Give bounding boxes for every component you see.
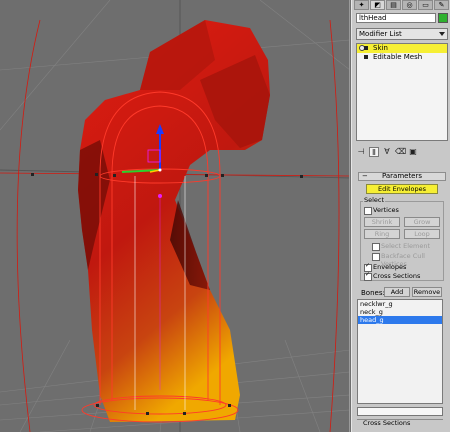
stack-toolbar: ⊣ Ⅱ ∀ ⌫ ▣ <box>356 146 448 158</box>
cross-sections-rollout-header[interactable]: Cross Sections <box>357 419 443 427</box>
envelopes-checkbox[interactable]: Envelopes <box>364 262 406 272</box>
remove-bone-button[interactable]: Remove <box>412 287 442 297</box>
motion-tab-icon[interactable]: ◎ <box>402 0 417 10</box>
list-item[interactable]: necklwr_g <box>358 300 442 308</box>
stack-item-editable-mesh[interactable]: Editable Mesh <box>357 53 447 62</box>
parameters-title: Parameters <box>381 172 423 180</box>
create-tab-icon[interactable]: ✦ <box>354 0 369 10</box>
remove-modifier-icon[interactable]: ⌫ <box>395 147 406 157</box>
make-unique-icon[interactable]: ∀ <box>382 147 392 157</box>
grow-button[interactable]: Grow <box>404 217 440 227</box>
configure-sets-icon[interactable]: ▣ <box>408 147 418 157</box>
collapse-icon: − <box>362 172 368 180</box>
bone-name-field[interactable] <box>357 407 443 416</box>
modify-tab-icon[interactable]: ◩ <box>370 0 385 10</box>
list-item[interactable]: head_g <box>358 316 442 324</box>
add-bone-button[interactable]: Add <box>384 287 410 297</box>
list-item[interactable]: neck_g <box>358 308 442 316</box>
select-group-label: Select <box>363 196 386 204</box>
modifier-stack: Skin Editable Mesh <box>356 43 448 141</box>
backface-cull-checkbox[interactable]: Backface Cull Vertices <box>372 252 450 268</box>
stack-item-label: Editable Mesh <box>373 53 423 61</box>
cross-sections-checkbox[interactable]: Cross Sections <box>364 271 420 281</box>
shrink-button[interactable]: Shrink <box>364 217 400 227</box>
object-color-swatch[interactable] <box>438 13 448 23</box>
perspective-viewport[interactable] <box>0 0 350 432</box>
utilities-tab-icon[interactable]: ✎ <box>434 0 449 10</box>
modifier-list-dropdown[interactable]: Modifier List <box>356 28 448 40</box>
vertices-checkbox[interactable]: Vertices <box>364 206 399 215</box>
modifier-list-label: Modifier List <box>359 30 402 38</box>
expand-icon[interactable] <box>364 46 368 50</box>
chevron-down-icon <box>439 32 445 36</box>
bones-label: Bones: <box>361 289 385 297</box>
pin-stack-icon[interactable]: ⊣ <box>356 147 366 157</box>
display-tab-icon[interactable]: ▭ <box>418 0 433 10</box>
loop-button[interactable]: Loop <box>404 229 440 239</box>
ring-button[interactable]: Ring <box>364 229 400 239</box>
hierarchy-tab-icon[interactable]: ▤ <box>386 0 401 10</box>
stack-item-label: Skin <box>373 44 388 52</box>
cross-sections-title: Cross Sections <box>363 419 411 427</box>
select-element-checkbox[interactable]: Select Element <box>372 242 430 251</box>
parameters-rollout-header[interactable]: − Parameters <box>358 172 446 181</box>
expand-icon[interactable] <box>364 55 368 59</box>
command-panel-tabs: ✦ ◩ ▤ ◎ ▭ ✎ <box>354 0 449 10</box>
stack-item-skin[interactable]: Skin <box>357 44 447 53</box>
object-name-field[interactable]: lthHead <box>356 13 436 23</box>
edit-envelopes-button[interactable]: Edit Envelopes <box>366 184 438 194</box>
viewport-scene <box>0 0 349 432</box>
show-end-result-icon[interactable]: Ⅱ <box>369 147 379 157</box>
bones-list[interactable]: necklwr_g neck_g head_g <box>357 299 443 404</box>
